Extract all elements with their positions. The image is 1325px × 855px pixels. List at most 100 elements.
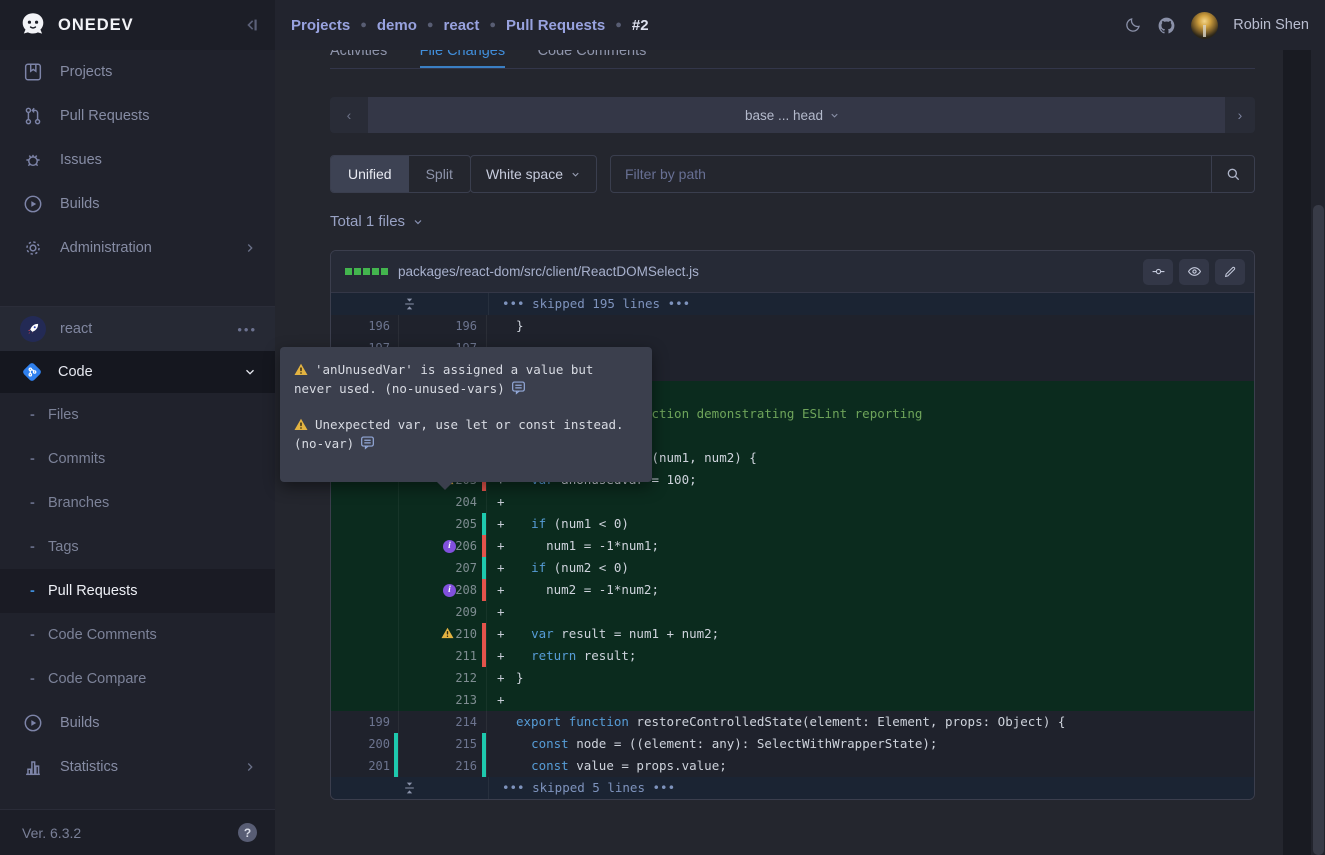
old-line-number[interactable]: [331, 513, 399, 535]
sidebar-collapse-icon[interactable]: [241, 15, 261, 35]
breadcrumb-demo[interactable]: demo: [377, 17, 417, 34]
scrollbar-thumb[interactable]: [1313, 205, 1324, 855]
project-menu-ellipsis-icon[interactable]: •••: [237, 322, 257, 337]
sidebar-section-code[interactable]: Code: [0, 351, 275, 393]
problem-info-icon[interactable]: i: [443, 540, 456, 553]
old-line-number[interactable]: 196: [331, 315, 399, 337]
sidebar-item-projects[interactable]: Projects: [0, 50, 275, 94]
old-line-number[interactable]: [331, 579, 399, 601]
problem-info-icon[interactable]: i: [443, 584, 456, 597]
new-line-number[interactable]: 210: [399, 623, 487, 645]
tooltip-text: Unexpected var, use let or const instead…: [315, 417, 624, 432]
coverage-bar: [482, 513, 486, 535]
sidebar-item-commits[interactable]: -Commits: [0, 437, 275, 481]
new-line-number[interactable]: 208i: [399, 579, 487, 601]
new-line-number[interactable]: 209: [399, 601, 487, 623]
sidebar-item-statistics[interactable]: Statistics: [0, 745, 275, 789]
split-view-button[interactable]: Split: [409, 156, 470, 192]
user-avatar[interactable]: [1191, 12, 1218, 39]
new-line-number[interactable]: 206i: [399, 535, 487, 557]
diff-sign: +: [497, 667, 516, 689]
sidebar-item-label: Pull Requests: [60, 108, 257, 124]
bar-chart-icon: [22, 756, 44, 778]
unified-view-button[interactable]: Unified: [331, 156, 409, 192]
sidebar-item-pull-requests-project[interactable]: -Pull Requests: [0, 569, 275, 613]
chevron-down-icon: [412, 216, 424, 228]
breadcrumb-pull-requests[interactable]: Pull Requests: [506, 17, 605, 34]
revision-next-button[interactable]: ›: [1225, 97, 1255, 133]
github-icon[interactable]: [1157, 16, 1176, 35]
old-line-number[interactable]: [331, 667, 399, 689]
sidebar-item-issues[interactable]: Issues: [0, 138, 275, 182]
search-button[interactable]: [1211, 156, 1254, 192]
diff-sign: +: [497, 645, 516, 667]
new-line-number[interactable]: 216: [399, 755, 487, 777]
user-name[interactable]: Robin Shen: [1233, 17, 1309, 33]
code-text: [516, 560, 531, 575]
page-scrollbar[interactable]: [1311, 50, 1325, 855]
breadcrumb-react[interactable]: react: [444, 17, 480, 34]
new-line-number[interactable]: 207: [399, 557, 487, 579]
file-path[interactable]: packages/react-dom/src/client/ReactDOMSe…: [398, 264, 1137, 279]
revision-prev-button[interactable]: ‹: [330, 97, 368, 133]
total-files-toggle[interactable]: Total 1 files: [330, 213, 424, 230]
expand-lines-icon[interactable]: [403, 781, 416, 795]
old-line-number[interactable]: 200: [331, 733, 399, 755]
path-filter-input[interactable]: [611, 156, 1211, 192]
old-line-number[interactable]: [331, 623, 399, 645]
sidebar-item-builds[interactable]: Builds: [0, 182, 275, 226]
dark-mode-moon-icon[interactable]: [1124, 16, 1142, 34]
new-line-number[interactable]: 204: [399, 491, 487, 513]
view-commit-button[interactable]: [1143, 259, 1173, 285]
topbar: Projects● demo● react● Pull Requests● #2…: [275, 0, 1325, 50]
brand-name: ONEDEV: [58, 16, 241, 35]
warning-icon: [294, 418, 308, 431]
skipped-lines-label[interactable]: ••• skipped 5 lines •••: [489, 777, 1254, 799]
old-line-number[interactable]: [331, 645, 399, 667]
old-line-number[interactable]: [331, 491, 399, 513]
eslint-warning-tooltip: 'anUnusedVar' is assigned a value but ne…: [280, 347, 652, 482]
add-comment-icon[interactable]: [511, 380, 526, 395]
dash-bullet: -: [30, 671, 48, 687]
sidebar-item-tags[interactable]: -Tags: [0, 525, 275, 569]
sidebar-project-row[interactable]: react •••: [0, 306, 275, 351]
new-line-number[interactable]: 212: [399, 667, 487, 689]
sidebar-item-administration[interactable]: Administration: [0, 226, 275, 270]
new-line-number[interactable]: 214: [399, 711, 487, 733]
problem-warning-icon[interactable]: [441, 627, 454, 639]
sidebar-item-pull-requests[interactable]: Pull Requests: [0, 94, 275, 138]
new-line-number[interactable]: 213: [399, 689, 487, 711]
file-diff-header: packages/react-dom/src/client/ReactDOMSe…: [331, 251, 1254, 293]
breadcrumb-projects[interactable]: Projects: [291, 17, 350, 34]
sidebar-item-project-builds[interactable]: Builds: [0, 701, 275, 745]
old-line-number[interactable]: [331, 535, 399, 557]
expand-lines-icon[interactable]: [403, 297, 416, 311]
whitespace-dropdown[interactable]: White space: [470, 155, 597, 193]
old-line-number[interactable]: 201: [331, 755, 399, 777]
old-line-number[interactable]: [331, 557, 399, 579]
code-line: +: [487, 689, 1254, 711]
diff-gutter: [331, 777, 489, 799]
sidebar-item-code-comments[interactable]: -Code Comments: [0, 613, 275, 657]
code-text: node = ((element: any): SelectWithWrappe…: [569, 736, 938, 751]
onedev-logo-icon[interactable]: [18, 10, 48, 40]
new-line-number[interactable]: 215: [399, 733, 487, 755]
old-line-number[interactable]: 199: [331, 711, 399, 733]
old-line-number[interactable]: [331, 689, 399, 711]
view-file-button[interactable]: [1179, 259, 1209, 285]
new-line-number[interactable]: 211: [399, 645, 487, 667]
sidebar-item-files[interactable]: -Files: [0, 393, 275, 437]
add-comment-icon[interactable]: [360, 435, 375, 450]
diff-sign: [497, 315, 516, 337]
sidebar-item-code-compare[interactable]: -Code Compare: [0, 657, 275, 701]
old-line-number[interactable]: [331, 601, 399, 623]
edit-file-button[interactable]: [1215, 259, 1245, 285]
sidebar-item-branches[interactable]: -Branches: [0, 481, 275, 525]
revision-range-track[interactable]: [368, 97, 1225, 133]
code-line: +: [487, 491, 1254, 513]
skipped-lines-label[interactable]: ••• skipped 195 lines •••: [489, 293, 1254, 315]
help-icon[interactable]: ?: [238, 823, 257, 842]
new-line-number[interactable]: 196: [399, 315, 487, 337]
new-line-number[interactable]: 205: [399, 513, 487, 535]
breadcrumb-separator: ●: [427, 19, 434, 31]
